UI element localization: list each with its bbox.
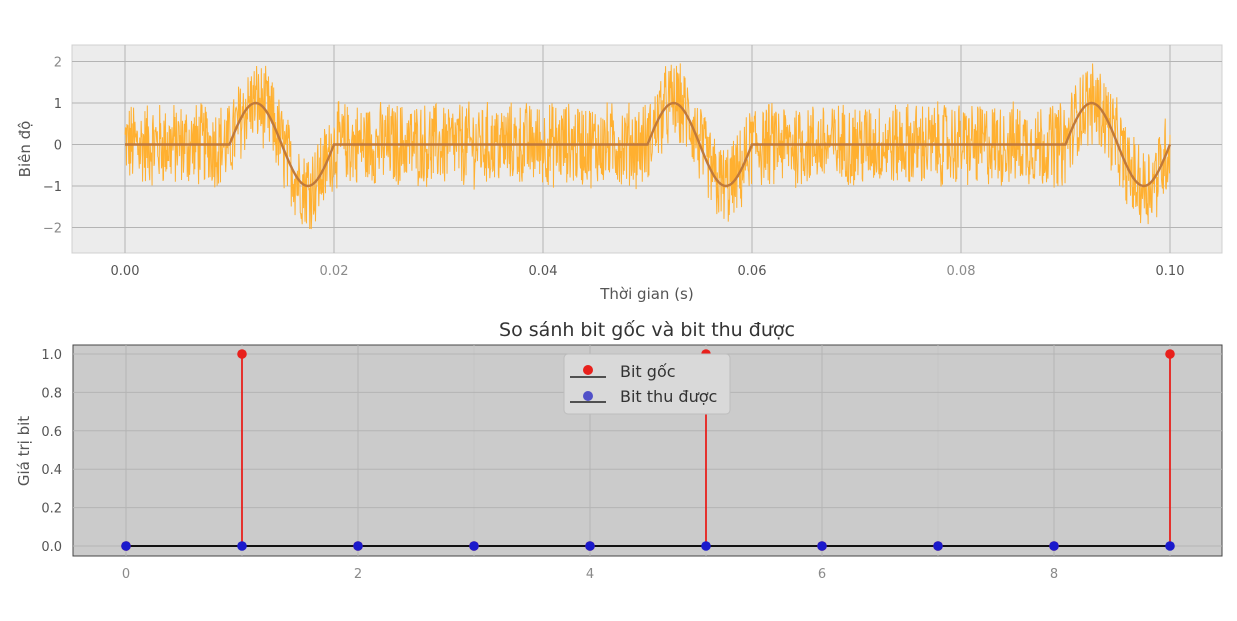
- bit-x-tick-label: 6: [818, 567, 826, 582]
- legend-received-label: Bit thu được: [620, 387, 717, 406]
- bit-x-tick-label: 8: [1050, 567, 1058, 582]
- received-bit-marker: [585, 541, 595, 551]
- signal-x-ticks: 0.00 0.02 0.04 0.06 0.08 0.10: [111, 264, 1185, 279]
- received-bit-marker: [469, 541, 479, 551]
- bit-y-ticks: 0.0 0.2 0.4 0.6 0.8 1.0: [41, 348, 62, 555]
- received-bit-marker: [237, 541, 247, 551]
- bit-y-tick-label: 0.8: [41, 386, 62, 401]
- signal-y-axis-label: Biên độ: [16, 121, 34, 178]
- received-bit-marker: [1049, 541, 1059, 551]
- signal-y-ticks: −2 −1 0 1 2: [43, 56, 62, 237]
- legend-original-marker: [583, 365, 593, 375]
- signal-y-tick-label: 2: [54, 56, 62, 71]
- signal-x-tick-label: 0.00: [111, 264, 140, 279]
- bit-x-tick-label: 0: [122, 567, 130, 582]
- signal-x-tick-label: 0.02: [320, 264, 349, 279]
- bit-legend: Bit gốc Bit thu được: [563, 353, 731, 415]
- signal-y-tick-label: 0: [54, 139, 62, 154]
- signal-y-tick-label: −2: [43, 222, 62, 237]
- bit-x-tick-label: 2: [354, 567, 362, 582]
- signal-x-tick-label: 0.08: [947, 264, 976, 279]
- bit-chart-title: So sánh bit gốc và bit thu được: [499, 319, 795, 341]
- bit-y-axis-label: Giá trị bit: [15, 416, 33, 486]
- bit-y-tick-label: 0.6: [41, 425, 62, 440]
- received-bit-marker: [933, 541, 943, 551]
- received-bit-marker: [1165, 541, 1175, 551]
- bit-y-tick-label: 0.4: [41, 463, 62, 478]
- signal-x-tick-label: 0.04: [529, 264, 558, 279]
- signal-x-tick-label: 0.10: [1156, 264, 1185, 279]
- bit-y-tick-label: 1.0: [41, 348, 62, 363]
- bit-y-tick-label: 0.0: [41, 540, 62, 555]
- bit-y-tick-label: 0.2: [41, 502, 62, 517]
- figure: 0.00 0.02 0.04 0.06 0.08 0.10 −2−1012 Thời gi…: [15, 44, 1223, 582]
- bit-chart: So sánh bit gốc và bit thu được 0 2 4 6 8 0.…: [15, 319, 1223, 582]
- original-bit-marker: [1165, 349, 1175, 359]
- received-bit-marker: [701, 541, 711, 551]
- signal-x-axis-label: Thời gian (s): [599, 285, 693, 303]
- bit-x-tick-label: 4: [586, 567, 594, 582]
- received-bit-marker: [817, 541, 827, 551]
- received-bit-marker: [353, 541, 363, 551]
- signal-x-tick-label: 0.06: [738, 264, 767, 279]
- signal-y-tick-label: 1: [54, 97, 62, 112]
- signal-y-tick-label: −1: [43, 180, 62, 195]
- received-bit-marker: [121, 541, 131, 551]
- legend-received-marker: [583, 391, 593, 401]
- original-bit-marker: [237, 349, 247, 359]
- legend-original-label: Bit gốc: [620, 362, 676, 381]
- signal-chart: 0.00 0.02 0.04 0.06 0.08 0.10 −2 −1 0 1 2 Thời gi…: [16, 44, 1223, 303]
- bit-x-ticks: 0 2 4 6 8: [122, 567, 1058, 582]
